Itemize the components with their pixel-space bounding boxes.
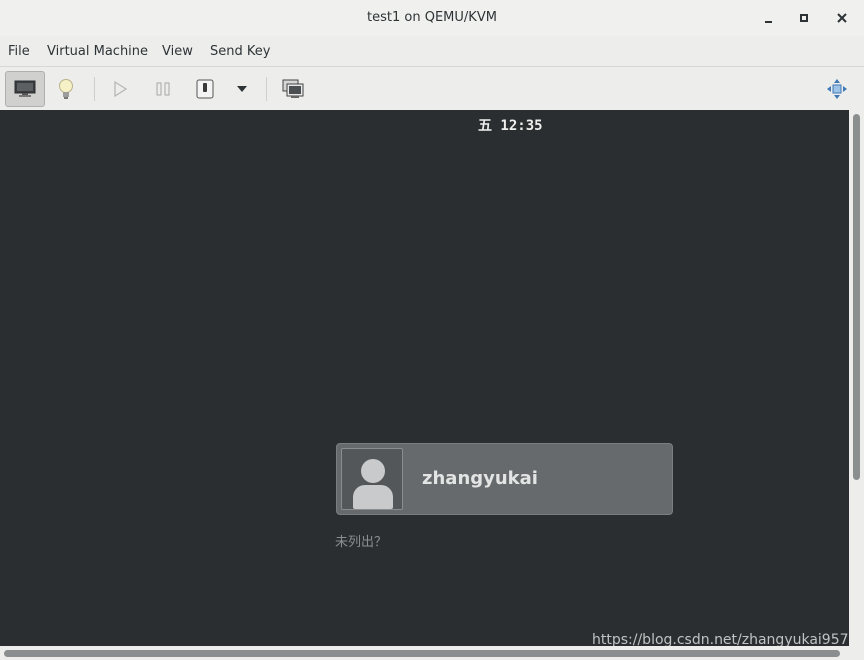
title-bar[interactable]: test1 on QEMU/KVM bbox=[0, 0, 864, 36]
power-icon bbox=[196, 79, 214, 99]
vertical-scroll-thumb[interactable] bbox=[853, 114, 860, 480]
horizontal-scroll-thumb[interactable] bbox=[4, 650, 840, 657]
vertical-scrollbar[interactable] bbox=[849, 110, 864, 646]
show-console-button[interactable] bbox=[5, 71, 45, 107]
guest-display[interactable]: 五 12:35 zhangyukai 未列出？ https://blog.csd… bbox=[0, 110, 849, 646]
monitor-icon bbox=[14, 80, 36, 97]
lightbulb-icon bbox=[59, 79, 73, 99]
user-avatar-icon bbox=[361, 459, 385, 483]
minimize-icon bbox=[764, 21, 772, 23]
shutdown-menu-button[interactable] bbox=[222, 71, 262, 107]
user-avatar-body bbox=[353, 485, 393, 509]
window-title: test1 on QEMU/KVM bbox=[367, 10, 497, 25]
user-name: zhangyukai bbox=[422, 468, 538, 489]
close-icon bbox=[837, 13, 847, 23]
shutdown-button[interactable] bbox=[185, 71, 225, 107]
watermark-text: https://blog.csdn.net/zhangyukai9579 bbox=[592, 632, 849, 646]
guest-clock[interactable]: 五 12:35 bbox=[478, 115, 543, 135]
snapshot-icon bbox=[282, 79, 304, 98]
run-button[interactable] bbox=[100, 71, 140, 107]
virt-viewer-window: test1 on QEMU/KVM File Virtual Machine V… bbox=[0, 0, 864, 660]
maximize-button[interactable] bbox=[794, 8, 814, 28]
dropdown-arrow-icon bbox=[237, 86, 247, 92]
toolbar-separator bbox=[266, 77, 267, 101]
horizontal-scrollbar[interactable] bbox=[0, 646, 864, 660]
maximize-icon bbox=[800, 14, 808, 22]
menu-file[interactable]: File bbox=[8, 44, 30, 59]
show-details-button[interactable] bbox=[46, 71, 86, 107]
minimize-button[interactable] bbox=[758, 8, 778, 28]
user-list-item[interactable]: zhangyukai bbox=[336, 443, 673, 515]
not-listed-link[interactable]: 未列出？ bbox=[335, 531, 387, 550]
menu-send-key[interactable]: Send Key bbox=[210, 44, 270, 59]
pause-icon bbox=[156, 82, 170, 96]
close-button[interactable] bbox=[832, 8, 852, 28]
menu-virtual-machine[interactable]: Virtual Machine bbox=[47, 44, 148, 59]
toolbar-separator bbox=[94, 77, 95, 101]
avatar bbox=[341, 448, 403, 510]
toolbar bbox=[0, 66, 864, 110]
pause-button[interactable] bbox=[143, 71, 183, 107]
manage-snapshots-button[interactable] bbox=[273, 71, 313, 107]
fullscreen-icon bbox=[827, 79, 847, 99]
menu-view[interactable]: View bbox=[162, 44, 193, 59]
fullscreen-button[interactable] bbox=[817, 71, 857, 107]
play-icon bbox=[114, 81, 128, 97]
menu-bar: File Virtual Machine View Send Key bbox=[0, 38, 864, 66]
